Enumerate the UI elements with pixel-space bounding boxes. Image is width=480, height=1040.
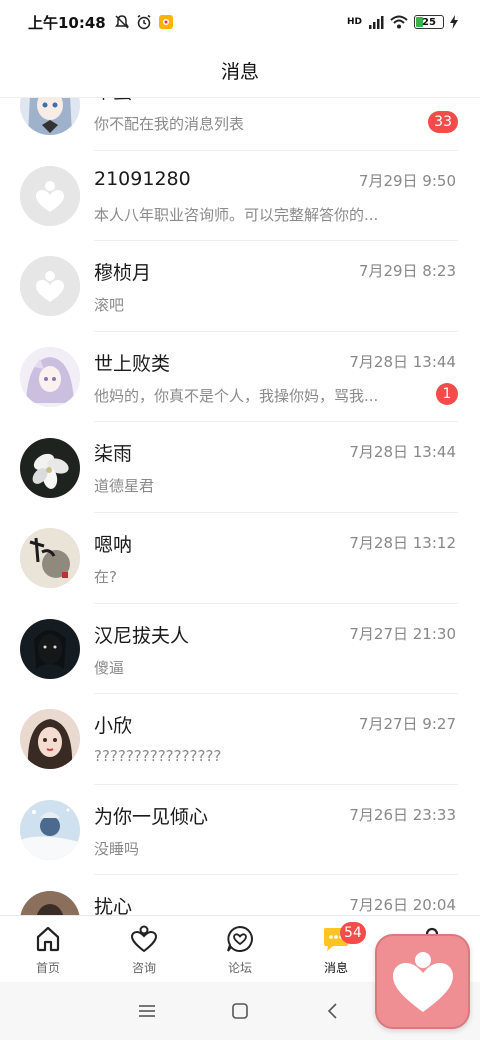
avatar[interactable]: [20, 890, 80, 915]
avatar[interactable]: [20, 165, 80, 226]
contact-name: 嗯呐: [94, 533, 133, 556]
tab-forum[interactable]: 论坛: [192, 916, 288, 982]
message-time: 7月28日 13:44: [349, 352, 456, 371]
message-row[interactable]: 世上败类 7月28日 13:44 他妈的，你真不是个人，我操你妈，骂我... 1: [0, 332, 480, 423]
message-row-body: 柒雨 7月28日 13:44 道德星君: [94, 422, 458, 513]
message-row[interactable]: 为你一见倾心 7月26日 23:33 没睡吗: [0, 785, 480, 876]
charging-icon: [450, 15, 458, 29]
message-row[interactable]: 穆桢月 7月29日 8:23 滚吧: [0, 241, 480, 332]
message-row-body: 汉尼拔夫人 7月27日 21:30 傻逼: [94, 604, 458, 695]
home-icon: [33, 924, 63, 954]
message-row[interactable]: 笨蛋. 7月29日 13:13 你不配在我的消息列表 33: [0, 98, 480, 151]
contact-name: 笨蛋.: [94, 98, 138, 104]
heart-bubble-icon: [225, 924, 255, 954]
message-preview: 道德星君: [94, 477, 155, 496]
contact-name: 汉尼拔夫人: [94, 624, 190, 647]
message-preview: 他妈的，你真不是个人，我操你妈，骂我...: [94, 386, 379, 405]
message-row[interactable]: 21091280 7月29日 9:50 本人八年职业咨询师。可以完整解答你的...: [0, 151, 480, 242]
page-title: 消息: [220, 61, 259, 83]
signal-icon: [369, 16, 384, 29]
message-time: 7月29日 13:13: [349, 98, 456, 100]
unread-badge: 33: [428, 111, 458, 133]
message-preview: 滚吧: [94, 296, 125, 315]
home-square-icon[interactable]: [220, 991, 260, 1031]
avatar[interactable]: [20, 347, 80, 408]
contact-name: 小欣: [94, 715, 133, 738]
message-row-body: 扰心 7月26日 20:04: [94, 875, 458, 915]
battery-level: 25: [422, 16, 436, 28]
tab-home-label: 首页: [35, 961, 60, 975]
wifi-icon: [390, 15, 408, 29]
message-preview: 你不配在我的消息列表: [94, 115, 245, 133]
contact-name: 21091280: [94, 167, 191, 190]
menu-icon[interactable]: [127, 991, 167, 1031]
avatar[interactable]: [20, 528, 80, 589]
mute-icon: [114, 15, 129, 29]
page-header: 消息: [0, 44, 480, 98]
message-row-body: 笨蛋. 7月29日 13:13 你不配在我的消息列表 33: [94, 98, 458, 151]
alarm-icon: [137, 14, 151, 30]
status-time: 上午10:48: [28, 13, 106, 32]
message-row-body: 21091280 7月29日 9:50 本人八年职业咨询师。可以完整解答你的...: [94, 151, 458, 242]
message-time: 7月27日 21:30: [349, 624, 456, 643]
tab-forum-label: 论坛: [227, 961, 252, 975]
avatar[interactable]: [20, 618, 80, 679]
network-type: HD: [346, 17, 362, 27]
message-time: 7月29日 9:50: [358, 171, 456, 190]
message-row[interactable]: 柒雨 7月28日 13:44 道德星君: [0, 422, 480, 513]
tab-consult-label: 咨询: [131, 961, 156, 975]
contact-name: 为你一见倾心: [94, 805, 209, 828]
unread-badge: 1: [436, 382, 458, 405]
message-time: 7月29日 8:23: [358, 262, 456, 281]
message-row[interactable]: 小欣 7月27日 9:27????????????????: [0, 694, 480, 785]
message-row[interactable]: 汉尼拔夫人 7月27日 21:30 傻逼: [0, 604, 480, 695]
contact-name: 扰心: [94, 896, 133, 915]
message-preview: 本人八年职业咨询师。可以完整解答你的...: [94, 205, 379, 224]
message-row-body: 穆桢月 7月29日 8:23 滚吧: [94, 241, 458, 332]
floating-heart-button[interactable]: [375, 934, 470, 1029]
avatar[interactable]: [20, 800, 80, 861]
message-row-body: 为你一见倾心 7月26日 23:33 没睡吗: [94, 785, 458, 876]
avatar[interactable]: [20, 256, 80, 317]
avatar[interactable]: [20, 709, 80, 770]
message-list[interactable]: 笨蛋. 7月29日 13:13 你不配在我的消息列表 33 21091280 7月29日 …: [0, 98, 480, 915]
status-bar: 上午10:48 HD 25: [0, 0, 480, 44]
message-row-body: 世上败类 7月28日 13:44 他妈的，你真不是个人，我操你妈，骂我... 1: [94, 332, 458, 423]
message-time: 7月26日 20:04: [349, 896, 456, 915]
message-preview: 在?: [94, 567, 117, 586]
tab-messages-label: 消息: [323, 961, 348, 975]
contact-name: 柒雨: [94, 443, 133, 466]
tab-consult[interactable]: 咨询: [96, 916, 192, 982]
message-time: 7月26日 23:33: [349, 805, 456, 824]
message-time: 7月28日 13:12: [349, 533, 456, 552]
tab-home[interactable]: 首页: [0, 916, 96, 982]
message-preview: 没睡吗: [94, 839, 140, 858]
tab-messages[interactable]: 消息 54: [288, 916, 384, 982]
heart-logo-icon: [392, 951, 453, 1012]
message-row[interactable]: 扰心 7月26日 20:04: [0, 875, 480, 915]
message-row-body: 嗯呐 7月28日 13:12 在?: [94, 513, 458, 604]
message-row-body: 小欣 7月27日 9:27????????????????: [94, 694, 458, 785]
message-time: 7月28日 13:44: [349, 443, 456, 462]
messages-unread-badge: 54: [340, 922, 366, 944]
battery-icon: 25: [414, 15, 444, 29]
message-preview: 傻逼: [94, 658, 125, 677]
contact-name: 世上败类: [94, 352, 171, 375]
app-notification-icon: [158, 15, 173, 29]
avatar[interactable]: [20, 98, 80, 136]
avatar[interactable]: [20, 437, 80, 498]
contact-name: 穆桢月: [94, 262, 152, 285]
back-icon[interactable]: [313, 991, 353, 1031]
heart-person-icon: [129, 924, 159, 954]
message-preview: ????????????????: [94, 747, 222, 766]
message-row[interactable]: 嗯呐 7月28日 13:12 在?: [0, 513, 480, 604]
message-time: 7月27日 9:27: [358, 715, 456, 734]
